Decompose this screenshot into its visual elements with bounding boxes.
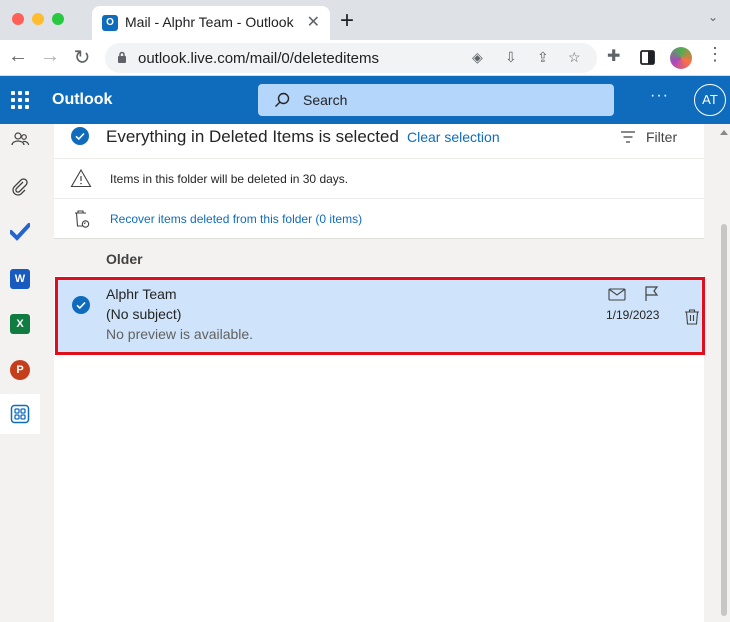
reload-icon[interactable]: ↻: [70, 45, 94, 70]
browser-menu-icon[interactable]: ⋮: [706, 44, 724, 65]
tab-search-chevron-icon[interactable]: ⌄: [708, 10, 718, 24]
search-placeholder: Search: [303, 92, 348, 108]
group-header-older: Older: [54, 238, 704, 276]
browser-toolbar: ← → ↻ outlook.live.com/mail/0/deletedite…: [0, 40, 730, 76]
rail-item-todo[interactable]: [0, 213, 40, 251]
filter-label: Filter: [646, 129, 678, 145]
share-icon[interactable]: ⇪: [537, 49, 549, 66]
more-options-icon[interactable]: ···: [650, 87, 669, 105]
app-rail: W X P: [0, 124, 40, 622]
scrollbar-thumb[interactable]: [721, 224, 727, 616]
outlook-favicon-icon: O: [102, 15, 118, 31]
highlight-outline: [55, 277, 705, 355]
account-avatar[interactable]: AT: [694, 84, 726, 116]
app-launcher-waffle-icon[interactable]: [11, 91, 29, 109]
window-minimize-button[interactable]: [32, 13, 44, 25]
url-text[interactable]: outlook.live.com/mail/0/deleteditems: [138, 50, 379, 67]
paperclip-icon: [12, 178, 28, 196]
message-list-panel: Everything in Deleted Items is selected …: [54, 124, 704, 622]
tab-title: Mail - Alphr Team - Outlook: [125, 14, 294, 30]
outlook-header: Outlook Search ··· AT: [0, 76, 730, 124]
browser-tab-active[interactable]: O Mail - Alphr Team - Outlook ✕: [92, 6, 330, 40]
rail-item-powerpoint[interactable]: P: [0, 351, 40, 389]
selection-bar: Everything in Deleted Items is selected …: [54, 124, 704, 156]
warning-icon: [70, 168, 92, 188]
app-title[interactable]: Outlook: [52, 91, 112, 109]
group-label: Older: [106, 251, 143, 267]
retention-text: Items in this folder will be deleted in …: [110, 172, 349, 186]
apps-icon: [10, 404, 30, 424]
window-zoom-button[interactable]: [52, 13, 64, 25]
filter-button[interactable]: Filter: [620, 127, 680, 149]
side-panel-icon[interactable]: [640, 50, 655, 65]
people-icon: [11, 132, 30, 146]
eye-icon[interactable]: ◈: [472, 49, 483, 66]
install-app-icon[interactable]: ⇩: [505, 49, 517, 66]
rail-item-word[interactable]: W: [0, 260, 40, 298]
clear-selection-link[interactable]: Clear selection: [407, 129, 500, 145]
address-bar[interactable]: outlook.live.com/mail/0/deleteditems ◈ ⇩…: [105, 43, 597, 73]
rail-item-apps[interactable]: [0, 394, 40, 434]
rail-item-people[interactable]: [0, 124, 40, 162]
profile-avatar[interactable]: [670, 47, 692, 69]
filter-icon: [621, 131, 635, 143]
excel-icon: X: [10, 314, 30, 334]
lock-icon: [118, 51, 126, 63]
powerpoint-icon: P: [10, 360, 30, 380]
bookmark-star-icon[interactable]: ☆: [568, 49, 581, 66]
checkmark-icon: [75, 132, 85, 141]
retention-notice: Items in this folder will be deleted in …: [54, 158, 704, 198]
scroll-up-arrow-icon[interactable]: [720, 130, 728, 135]
recover-notice: Recover items deleted from this folder (…: [54, 198, 704, 238]
search-input[interactable]: Search: [258, 84, 614, 116]
word-icon: W: [10, 269, 30, 289]
rail-item-files[interactable]: [0, 168, 40, 206]
selection-status-text: Everything in Deleted Items is selected: [106, 127, 399, 146]
recover-items-link[interactable]: Recover items deleted from this folder (…: [110, 212, 362, 226]
window-close-button[interactable]: [12, 13, 24, 25]
forward-arrow-icon[interactable]: →: [38, 45, 62, 68]
new-tab-button[interactable]: +: [340, 7, 354, 35]
extensions-puzzle-icon[interactable]: ✚: [607, 46, 620, 66]
search-icon: [275, 92, 290, 107]
rail-item-excel[interactable]: X: [0, 305, 40, 343]
back-arrow-icon[interactable]: ←: [6, 45, 30, 68]
browser-tab-strip: O Mail - Alphr Team - Outlook ✕ + ⌄: [0, 0, 730, 40]
tab-close-icon[interactable]: ✕: [307, 12, 320, 32]
select-all-checkbox[interactable]: [71, 127, 89, 145]
todo-check-icon: [10, 223, 30, 241]
recover-trash-icon: [75, 210, 90, 228]
